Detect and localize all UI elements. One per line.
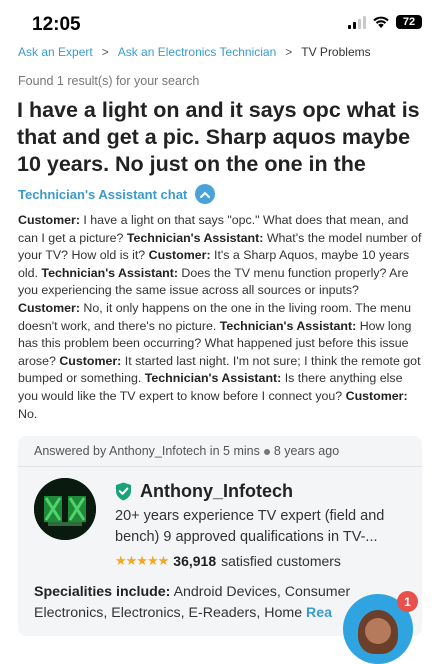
breadcrumb-item-electronics-technician[interactable]: Ask an Electronics Technician — [118, 46, 277, 59]
rating-text: satisfied customers — [221, 553, 341, 569]
answered-by-text: Answered by Anthony_Infotech in 5 mins — [34, 444, 260, 458]
speaker-label: Technician's Assistant: — [144, 371, 282, 386]
rating-stars-icon: ★★★★★ — [115, 553, 169, 568]
chat-agent-face — [365, 618, 391, 644]
dot-separator — [263, 448, 270, 455]
speaker-label: Customer: — [148, 248, 211, 263]
speaker-label: Technician's Assistant: — [219, 318, 357, 333]
speaker-label: Customer: — [18, 300, 80, 315]
wifi-icon — [373, 16, 389, 28]
question-title: I have a light on and it says opc what i… — [17, 98, 420, 176]
breadcrumb-item-ask-an-expert[interactable]: Ask an Expert — [18, 46, 93, 59]
battery-icon: 72 — [396, 15, 422, 29]
chat-transcript: Customer: I have a light on that says "o… — [18, 212, 424, 423]
chevron-up-icon[interactable] — [195, 184, 216, 204]
assistant-chat-toggle[interactable]: Technician's Assistant chat — [18, 184, 216, 204]
breadcrumb-separator: > — [285, 46, 293, 59]
verified-shield-icon — [116, 482, 131, 501]
speaker-label: Customer: — [18, 213, 80, 227]
expert-avatar[interactable] — [34, 478, 96, 540]
status-bar: 12:05 72 — [0, 0, 440, 50]
message-text: No. — [18, 406, 38, 421]
breadcrumb: Ask an Expert > Ask an Electronics Technic… — [18, 46, 371, 60]
speaker-label: Technician's Assistant: — [126, 230, 264, 245]
read-more-link[interactable]: Rea — [306, 605, 332, 621]
speaker-label: Customer: — [345, 388, 408, 403]
status-time: 12:05 — [32, 14, 81, 35]
expert-name-row: Anthony_Infotech — [115, 481, 293, 502]
expert-name[interactable]: Anthony_Infotech — [140, 481, 293, 502]
divider — [18, 466, 422, 467]
cellular-signal-icon — [348, 15, 366, 29]
notification-badge: 1 — [397, 591, 418, 612]
rating-count: 36,918 — [173, 553, 217, 569]
breadcrumb-item-tv-problems[interactable]: TV Problems — [301, 46, 370, 59]
answered-time-ago: 8 years ago — [273, 444, 340, 458]
results-count: Found 1 result(s) for your search — [18, 74, 200, 88]
expert-rating: ★★★★★ 36,918 satisfied customers — [115, 553, 341, 569]
expert-bio: 20+ years experience TV expert (field an… — [115, 508, 385, 545]
expert-specialities: Specialities include: Android Devices, C… — [34, 582, 354, 624]
speaker-label: Technician's Assistant: — [41, 265, 178, 280]
assistant-chat-label[interactable]: Technician's Assistant chat — [18, 187, 187, 202]
answered-by: Answered by Anthony_Infotech in 5 mins 8 … — [34, 444, 339, 458]
speaker-label: Customer: — [59, 353, 122, 368]
breadcrumb-separator: > — [101, 46, 109, 59]
status-icons: 72 — [348, 15, 422, 29]
specialities-label: Specialities include: — [34, 584, 171, 600]
